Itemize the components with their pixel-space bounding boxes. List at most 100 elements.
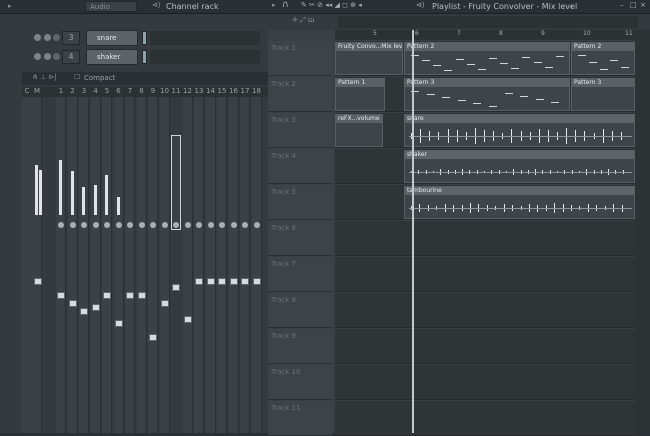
pattern-clip[interactable]: Pattern 2 bbox=[404, 42, 570, 75]
mixer-strip[interactable] bbox=[217, 97, 227, 433]
mixer-strip[interactable] bbox=[182, 97, 193, 433]
mixer-tools-icon[interactable]: ⋔ ⊥ ⊳| bbox=[32, 73, 57, 81]
pattern-clip[interactable]: Pattern 1 bbox=[335, 78, 385, 111]
volume-fader[interactable] bbox=[218, 278, 226, 285]
audio-clip[interactable]: shaker bbox=[404, 150, 635, 183]
mixer-strip[interactable] bbox=[159, 97, 170, 433]
track-header[interactable]: Track 10 bbox=[268, 365, 332, 400]
audio-clip[interactable]: snare bbox=[404, 114, 635, 147]
volume-fader[interactable] bbox=[80, 308, 88, 315]
mixer-strip[interactable] bbox=[251, 97, 262, 433]
track-header[interactable]: Track 3 bbox=[268, 113, 332, 148]
solo-button[interactable] bbox=[44, 34, 51, 41]
pan-knob[interactable] bbox=[230, 222, 237, 228]
pan-knob[interactable] bbox=[138, 222, 145, 228]
volume-fader[interactable] bbox=[206, 278, 215, 285]
pattern-clip[interactable]: Fruity Convo...Mix level bbox=[335, 42, 403, 75]
collapse-arrow-icon[interactable]: ▸ bbox=[272, 1, 276, 9]
pan-knob[interactable] bbox=[173, 222, 179, 228]
pan-knob[interactable] bbox=[196, 222, 202, 228]
track-lane[interactable] bbox=[335, 329, 635, 364]
pan-knob[interactable] bbox=[127, 222, 133, 228]
channel-filter-dropdown[interactable]: Audio bbox=[85, 1, 137, 12]
master-volume-fader[interactable] bbox=[34, 278, 42, 285]
close-icon[interactable]: × bbox=[640, 1, 646, 9]
pan-knob[interactable] bbox=[81, 222, 87, 228]
playlist-tool-icons[interactable]: ✛ ⤢ ш bbox=[292, 16, 314, 25]
volume-fader[interactable] bbox=[160, 300, 169, 307]
mixer-strip[interactable] bbox=[136, 97, 147, 433]
volume-fader[interactable] bbox=[137, 292, 146, 299]
solo-button[interactable] bbox=[44, 53, 51, 60]
pan-knob[interactable] bbox=[207, 222, 214, 228]
channel-number[interactable]: 4 bbox=[62, 50, 80, 64]
channel-number[interactable]: 3 bbox=[62, 31, 80, 45]
volume-fader[interactable] bbox=[149, 334, 157, 341]
channel-name-button[interactable]: shaker bbox=[86, 49, 138, 65]
channel-row[interactable]: 4 shaker bbox=[20, 49, 260, 65]
volume-fader[interactable] bbox=[183, 316, 192, 323]
pan-knob[interactable] bbox=[53, 53, 60, 60]
track-header[interactable]: Track 8 bbox=[268, 293, 332, 328]
track-lane[interactable] bbox=[335, 401, 635, 436]
volume-fader[interactable] bbox=[241, 278, 249, 285]
volume-fader[interactable] bbox=[126, 292, 134, 299]
mixer-strip[interactable] bbox=[125, 97, 135, 433]
volume-fader[interactable] bbox=[252, 278, 261, 285]
pan-knob[interactable] bbox=[242, 222, 248, 228]
mixer-strip-master[interactable] bbox=[22, 97, 42, 433]
mixer-strip[interactable] bbox=[79, 97, 89, 433]
volume-fader[interactable] bbox=[91, 304, 100, 311]
mute-button[interactable] bbox=[34, 53, 41, 60]
track-lane[interactable] bbox=[335, 257, 635, 292]
track-header[interactable]: Track 4 bbox=[268, 149, 332, 184]
pan-knob[interactable] bbox=[150, 222, 156, 228]
mute-button[interactable] bbox=[34, 34, 41, 41]
track-lane[interactable] bbox=[335, 293, 635, 328]
track-header[interactable]: Track 7 bbox=[268, 257, 332, 292]
mixer-view-label[interactable]: Compact bbox=[84, 74, 115, 82]
pan-knob[interactable] bbox=[184, 222, 191, 228]
pan-knob[interactable] bbox=[53, 34, 60, 41]
track-header[interactable]: Track 9 bbox=[268, 329, 332, 364]
track-header[interactable]: Track 5 bbox=[268, 185, 332, 220]
pattern-clip[interactable]: Pattern 2 bbox=[571, 42, 635, 75]
pan-knob[interactable] bbox=[253, 222, 260, 228]
channel-select-led[interactable] bbox=[142, 31, 147, 45]
snap-magnet-icon[interactable]: ∩ bbox=[282, 0, 289, 10]
step-sequencer[interactable] bbox=[150, 50, 260, 64]
mixer-strip[interactable] bbox=[171, 135, 181, 230]
mixer-strip[interactable] bbox=[194, 97, 204, 433]
volume-fader[interactable] bbox=[172, 284, 180, 291]
mixer-strip[interactable] bbox=[90, 97, 101, 433]
pan-knob[interactable] bbox=[104, 222, 110, 228]
channel-name-button[interactable]: snare bbox=[86, 30, 138, 46]
mixer-strip[interactable] bbox=[56, 97, 66, 433]
mixer-strip[interactable] bbox=[113, 97, 124, 433]
pattern-clip[interactable]: Pattern 3 bbox=[404, 78, 570, 111]
mixer-strip[interactable] bbox=[102, 97, 112, 433]
mixer-strip[interactable] bbox=[240, 97, 250, 433]
minimize-icon[interactable]: – bbox=[620, 1, 624, 9]
volume-fader[interactable] bbox=[229, 278, 238, 285]
view-icon[interactable]: ☐ bbox=[74, 73, 80, 81]
step-sequencer[interactable] bbox=[150, 31, 260, 45]
vertical-scrollbar[interactable] bbox=[635, 30, 650, 433]
timeline-ruler[interactable]: 5 6 7 8 9 10 11 bbox=[335, 30, 635, 40]
pattern-clip[interactable]: reFX...volume bbox=[335, 114, 383, 147]
audio-clip[interactable]: tambourine bbox=[404, 186, 635, 219]
mixer-strip[interactable] bbox=[67, 97, 78, 433]
volume-fader[interactable] bbox=[195, 278, 203, 285]
track-header[interactable]: Track 1 bbox=[268, 41, 332, 76]
pan-knob[interactable] bbox=[115, 222, 122, 228]
tool-icons[interactable]: ✎ ✂ ⊘ ◂◂ ◢ ◻ ⊕ ◂ bbox=[301, 1, 362, 9]
volume-fader[interactable] bbox=[114, 320, 123, 327]
track-header[interactable]: Track 11 bbox=[268, 401, 332, 436]
pan-knob[interactable] bbox=[161, 222, 168, 228]
mixer-strip[interactable] bbox=[148, 97, 158, 433]
pan-knob[interactable] bbox=[69, 222, 76, 228]
track-header[interactable]: Track 2 bbox=[268, 77, 332, 112]
pan-knob[interactable] bbox=[219, 222, 225, 228]
track-lane[interactable] bbox=[335, 221, 635, 256]
volume-fader[interactable] bbox=[57, 292, 65, 299]
